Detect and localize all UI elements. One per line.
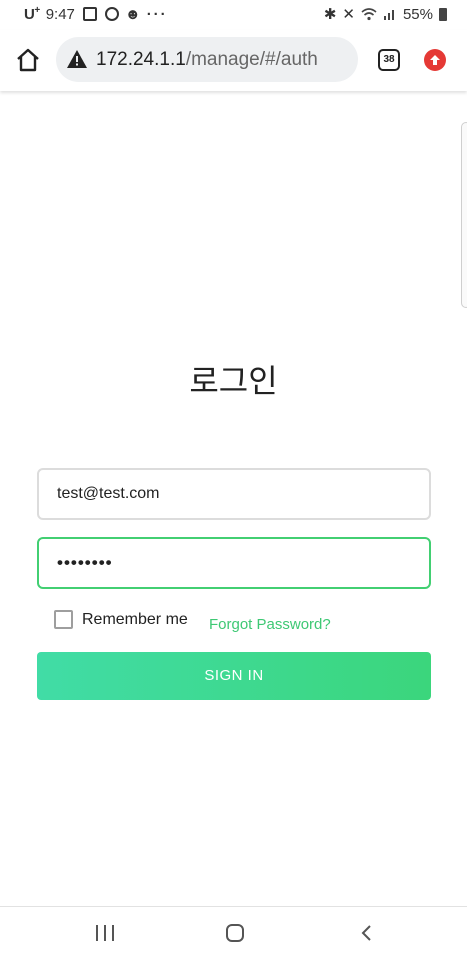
battery-icon [439,7,447,21]
address-bar[interactable]: 172.24.1.1/manage/#/auth [56,37,358,82]
update-icon[interactable] [424,49,446,71]
clock: 9:47 [45,5,75,23]
back-icon[interactable] [358,924,376,942]
bluetooth-icon: ✱ [323,6,337,23]
home-icon[interactable] [12,44,44,76]
email-field[interactable]: test@test.com [37,468,431,520]
recents-icon[interactable] [96,925,114,941]
status-left: U+ 9:47 ☻ ··· [24,5,168,23]
signal-icon [383,10,394,20]
remember-me-option[interactable]: Remember me [54,610,188,629]
url-text[interactable]: 172.24.1.1/manage/#/auth [96,49,351,71]
warning-icon[interactable] [66,48,88,70]
mute-icon: ✕ [342,6,355,23]
url-path: /manage/#/auth [185,49,318,70]
wifi-icon [361,8,377,21]
face-icon: ☻ [124,5,141,23]
sign-in-button[interactable]: SIGN IN [37,652,431,700]
page-scrollbar[interactable] [461,122,467,308]
page-title: 로그인 [189,362,278,400]
alarm-icon [104,7,119,21]
status-bar: U+ 9:47 ☻ ··· ✱ ✕ 55% [0,0,467,30]
gallery-icon [82,7,97,21]
carrier-label: U+ [24,5,40,23]
navigation-bar [0,906,467,960]
password-field[interactable]: •••••••• [37,537,431,589]
screen: U+ 9:47 ☻ ··· ✱ ✕ 55% 172.24.1.1/manage/… [0,0,467,960]
remember-me-checkbox[interactable] [54,610,73,629]
remember-me-label: Remember me [82,610,188,628]
tab-switcher-button[interactable]: 38 [378,49,400,71]
more-notifications-icon: ··· [146,5,168,23]
battery-percent: 55% [402,5,433,23]
url-host: 172.24.1.1 [96,49,186,70]
status-right: ✱ ✕ 55% [324,5,447,23]
home-nav-icon[interactable] [226,924,244,942]
forgot-password-link[interactable]: Forgot Password? [209,616,331,633]
browser-toolbar: 172.24.1.1/manage/#/auth 38 [0,30,467,91]
